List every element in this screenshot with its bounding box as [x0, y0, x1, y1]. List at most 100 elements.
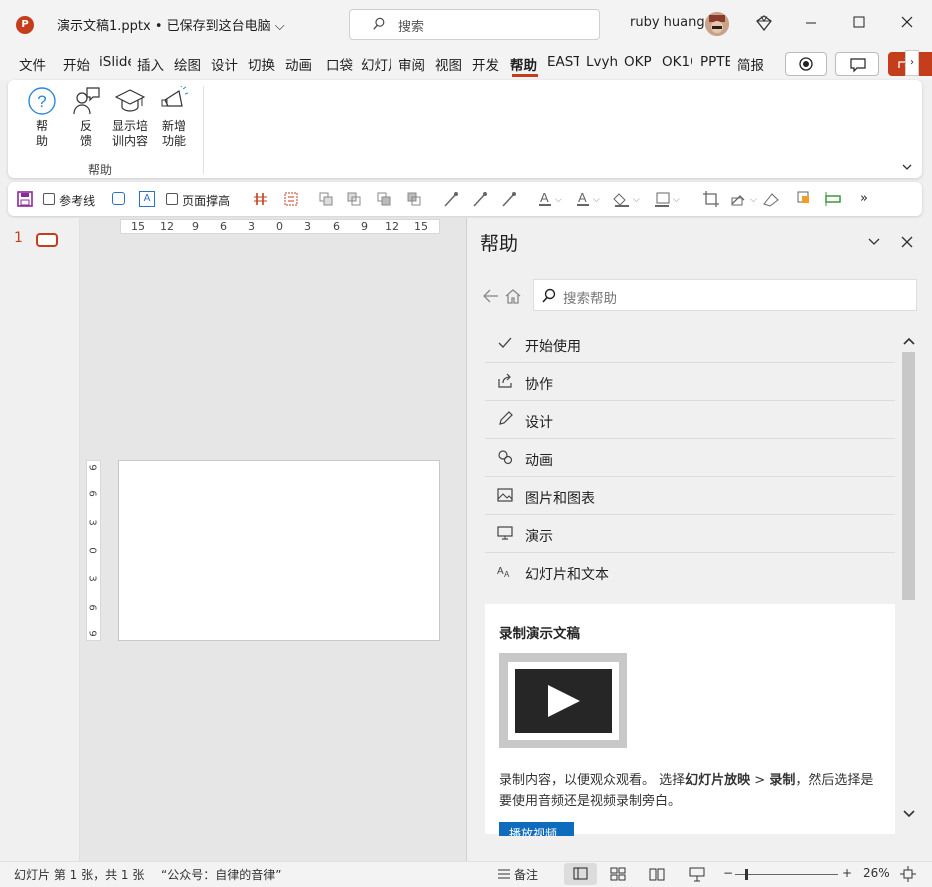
svg-text:?: ?: [37, 92, 46, 111]
slide-thumbnail[interactable]: [36, 233, 58, 247]
page-height-checkbox[interactable]: 页面撑高: [166, 192, 230, 209]
comments-button[interactable]: [835, 52, 879, 76]
notes-icon[interactable]: [497, 868, 511, 880]
normal-view-button[interactable]: [564, 863, 597, 885]
tab-lvyh[interactable]: Lvyh: [586, 54, 618, 70]
tab-developer[interactable]: 开发: [472, 54, 502, 74]
tab-brief[interactable]: 简报: [737, 54, 764, 74]
distribute-horizontal-icon[interactable]: [253, 192, 269, 206]
graduation-cap-icon: [115, 89, 145, 112]
svg-text:A: A: [578, 190, 587, 205]
whats-new-button[interactable]: 新增 功能: [152, 86, 196, 149]
tab-view[interactable]: 视图: [435, 54, 462, 74]
font-color-icons-group[interactable]: A ⌵ A ⌵ ⌵ ⌵: [537, 190, 687, 208]
tab-ok10[interactable]: OK10: [662, 54, 692, 70]
record-icon: [799, 57, 813, 71]
tab-east[interactable]: EAST: [547, 54, 579, 70]
maximize-icon[interactable]: [851, 14, 867, 30]
fit-to-window-icon[interactable]: [900, 866, 916, 882]
back-arrow-icon[interactable]: [482, 288, 500, 304]
scrollbar-thumb[interactable]: [902, 352, 915, 600]
ribbon-scroll-right-icon[interactable]: ›: [905, 50, 919, 76]
show-training-button[interactable]: 显示培 训内容: [108, 86, 152, 149]
help-pane-title: 帮助: [480, 233, 519, 255]
checkbox-icon: [43, 193, 55, 205]
tab-transitions[interactable]: 切换: [248, 54, 275, 74]
help-search-input[interactable]: 搜索帮助: [533, 279, 917, 311]
tab-insert[interactable]: 插入: [137, 54, 164, 74]
slide-sorter-icon[interactable]: [610, 867, 626, 881]
crop-tools-icons-group[interactable]: ⌵: [702, 190, 852, 208]
tab-pocket[interactable]: 口袋: [326, 54, 353, 74]
tab-design[interactable]: 设计: [211, 54, 238, 74]
record-button[interactable]: [785, 52, 827, 76]
powerpoint-logo-icon: P: [16, 16, 34, 34]
play-icon: [548, 685, 580, 717]
slideshow-icon[interactable]: [689, 866, 705, 882]
tab-islide[interactable]: iSlide: [99, 54, 131, 70]
play-video-button[interactable]: 播放视频: [499, 822, 574, 836]
tab-home[interactable]: 开始: [63, 54, 90, 74]
help-topic-slides-text[interactable]: AA 幻灯片和文本: [485, 553, 895, 591]
save-icon[interactable]: [17, 191, 33, 207]
ruler-tick: 15: [414, 220, 428, 233]
more-tools-button[interactable]: »: [860, 191, 868, 206]
tab-review[interactable]: 审阅: [398, 54, 425, 74]
guides-checkbox[interactable]: 参考线: [43, 192, 95, 209]
chevron-down-icon[interactable]: [867, 235, 881, 249]
help-topic-get-started[interactable]: 开始使用: [485, 325, 895, 363]
document-title[interactable]: 演示文稿1.pptx • 已保存到这台电脑 ⌵: [57, 15, 285, 34]
tab-file[interactable]: 文件: [19, 54, 46, 74]
slide-canvas[interactable]: [118, 460, 440, 641]
chevron-down-icon[interactable]: [900, 160, 914, 174]
feedback-button[interactable]: 反 馈: [64, 86, 108, 149]
tab-animations[interactable]: 动画: [285, 54, 312, 74]
chevron-down-icon: ⌵: [274, 19, 285, 34]
ruler-tick: 12: [160, 220, 174, 233]
minimize-icon[interactable]: [803, 14, 819, 30]
zoom-in-button[interactable]: +: [842, 866, 852, 880]
tab-draw[interactable]: 绘图: [174, 54, 201, 74]
arrange-icons-group[interactable]: [318, 191, 428, 207]
pen-icon: [499, 411, 513, 425]
tab-ppte[interactable]: PPTE: [700, 54, 730, 70]
help-topic-collaborate[interactable]: 协作: [485, 363, 895, 401]
tab-help[interactable]: 帮助: [510, 54, 537, 74]
zoom-level[interactable]: 26%: [863, 866, 890, 880]
shape-square-icon[interactable]: [112, 192, 125, 205]
help-topic-design[interactable]: 设计: [485, 401, 895, 439]
zoom-out-button[interactable]: −: [723, 866, 733, 880]
svg-text:A: A: [504, 570, 510, 579]
card-title: 录制演示文稿: [499, 626, 580, 642]
help-topic-present[interactable]: 演示: [485, 515, 895, 553]
reading-view-icon[interactable]: [649, 867, 665, 881]
scroll-up-icon[interactable]: [902, 335, 916, 347]
close-icon[interactable]: [900, 235, 914, 249]
svg-text:⌵: ⌵: [633, 195, 640, 205]
help-topic-pictures-charts[interactable]: 图片和图表: [485, 477, 895, 515]
ruler-tick: 15: [131, 220, 145, 233]
distribute-vertical-icon[interactable]: [284, 192, 298, 206]
tab-okp[interactable]: OKP: [624, 54, 652, 70]
scroll-down-icon[interactable]: [902, 808, 916, 820]
help-button[interactable]: ? 帮 助: [20, 86, 64, 149]
diamond-icon[interactable]: [756, 15, 772, 31]
home-icon[interactable]: [504, 288, 522, 304]
eyedropper-icons-group[interactable]: [442, 190, 522, 208]
help-topic-animations[interactable]: 动画: [485, 439, 895, 477]
feedback-icon: [73, 87, 100, 115]
search-icon: [373, 17, 385, 30]
notes-button[interactable]: 备注: [514, 866, 538, 883]
custom-status-text: “公众号：自律的音律”: [161, 868, 282, 882]
tab-slideshow[interactable]: 幻灯片: [361, 54, 391, 74]
user-name[interactable]: ruby huang: [630, 15, 705, 30]
textbox-icon[interactable]: A: [139, 191, 155, 207]
zoom-slider-thumb[interactable]: [745, 869, 748, 880]
vertical-ruler: 9 6 3 0 3 6 9: [86, 460, 101, 641]
zoom-slider-track[interactable]: [735, 874, 838, 875]
close-icon[interactable]: [899, 14, 915, 30]
screen-icon: [497, 526, 513, 540]
search-input[interactable]: 搜索: [349, 9, 600, 40]
slide-number: 1: [14, 230, 23, 246]
avatar[interactable]: [705, 12, 729, 36]
